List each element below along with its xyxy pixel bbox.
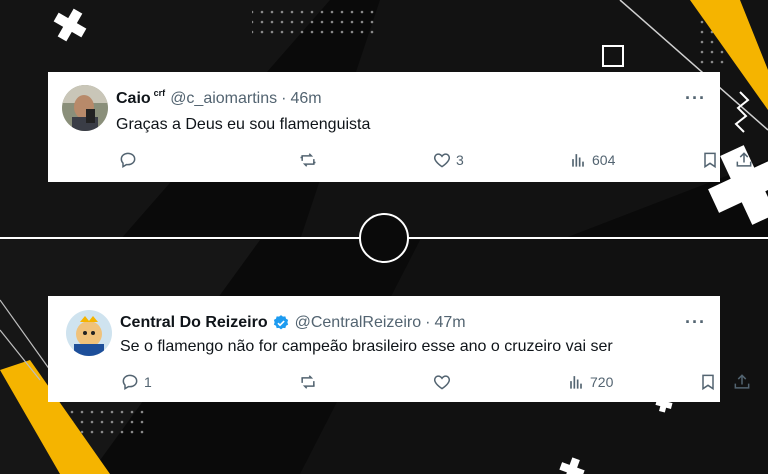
more-options-icon[interactable]: ··· — [685, 88, 706, 109]
views-button[interactable]: 604 — [568, 150, 615, 170]
like-button[interactable]: 3 — [432, 150, 464, 170]
retweet-button[interactable] — [298, 150, 322, 170]
tweet-actions: 1 720 — [120, 372, 750, 392]
author-handle[interactable]: @c_aiomartins — [170, 90, 277, 108]
separator: · — [281, 90, 287, 107]
views-button[interactable]: 720 — [566, 372, 613, 392]
reply-button[interactable] — [118, 150, 142, 170]
verified-badge-icon — [272, 314, 290, 332]
tweet-text: Se o flamengo não for campeão brasileiro… — [120, 338, 613, 355]
author-handle[interactable]: @CentralReizeiro — [295, 314, 422, 332]
like-count: 3 — [456, 152, 464, 168]
heart-icon — [433, 375, 451, 390]
timestamp[interactable]: 47m — [434, 314, 465, 332]
dot-grid-top — [252, 8, 378, 38]
share-button[interactable] — [732, 372, 752, 392]
author-flair: crf — [153, 88, 166, 98]
tweet-text: Graças a Deus eu sou flamenguista — [116, 116, 371, 133]
bookmark-button[interactable] — [700, 150, 720, 170]
retweet-button[interactable] — [298, 372, 322, 392]
bookmark-icon — [702, 374, 714, 391]
share-button[interactable] — [734, 150, 754, 170]
share-icon — [736, 152, 752, 167]
reply-count: 1 — [144, 374, 152, 390]
tweet-card[interactable]: Central Do Reizeiro @CentralReizeiro · 4… — [48, 296, 750, 402]
retweet-icon — [301, 375, 315, 389]
author-name[interactable]: Central Do Reizeiro — [120, 314, 268, 332]
center-circle — [359, 213, 409, 263]
share-icon — [734, 374, 750, 389]
view-count: 720 — [590, 374, 614, 390]
heart-icon — [433, 153, 451, 168]
view-count: 604 — [592, 152, 616, 168]
bar-chart-icon — [570, 376, 582, 389]
reply-button[interactable]: 1 — [120, 372, 152, 392]
bookmark-button[interactable] — [698, 372, 718, 392]
avatar[interactable] — [66, 310, 112, 356]
separator: · — [425, 314, 431, 331]
avatar[interactable] — [62, 85, 108, 131]
tweet-card[interactable]: Caio crf @c_aiomartins · 46m ··· Graças … — [48, 72, 752, 182]
like-button[interactable] — [432, 372, 456, 392]
more-options-icon[interactable]: ··· — [685, 312, 706, 333]
reply-icon — [120, 152, 136, 168]
timestamp[interactable]: 46m — [290, 90, 321, 108]
reply-icon — [122, 374, 138, 390]
tweet-actions: 3 604 — [116, 150, 752, 170]
bar-chart-icon — [572, 154, 584, 167]
tweet-header: Caio crf @c_aiomartins · 46m — [116, 88, 322, 108]
retweet-icon — [300, 153, 316, 167]
tweet-header: Central Do Reizeiro @CentralReizeiro · 4… — [120, 314, 466, 332]
bookmark-icon — [704, 152, 716, 169]
author-name[interactable]: Caio — [116, 90, 151, 108]
